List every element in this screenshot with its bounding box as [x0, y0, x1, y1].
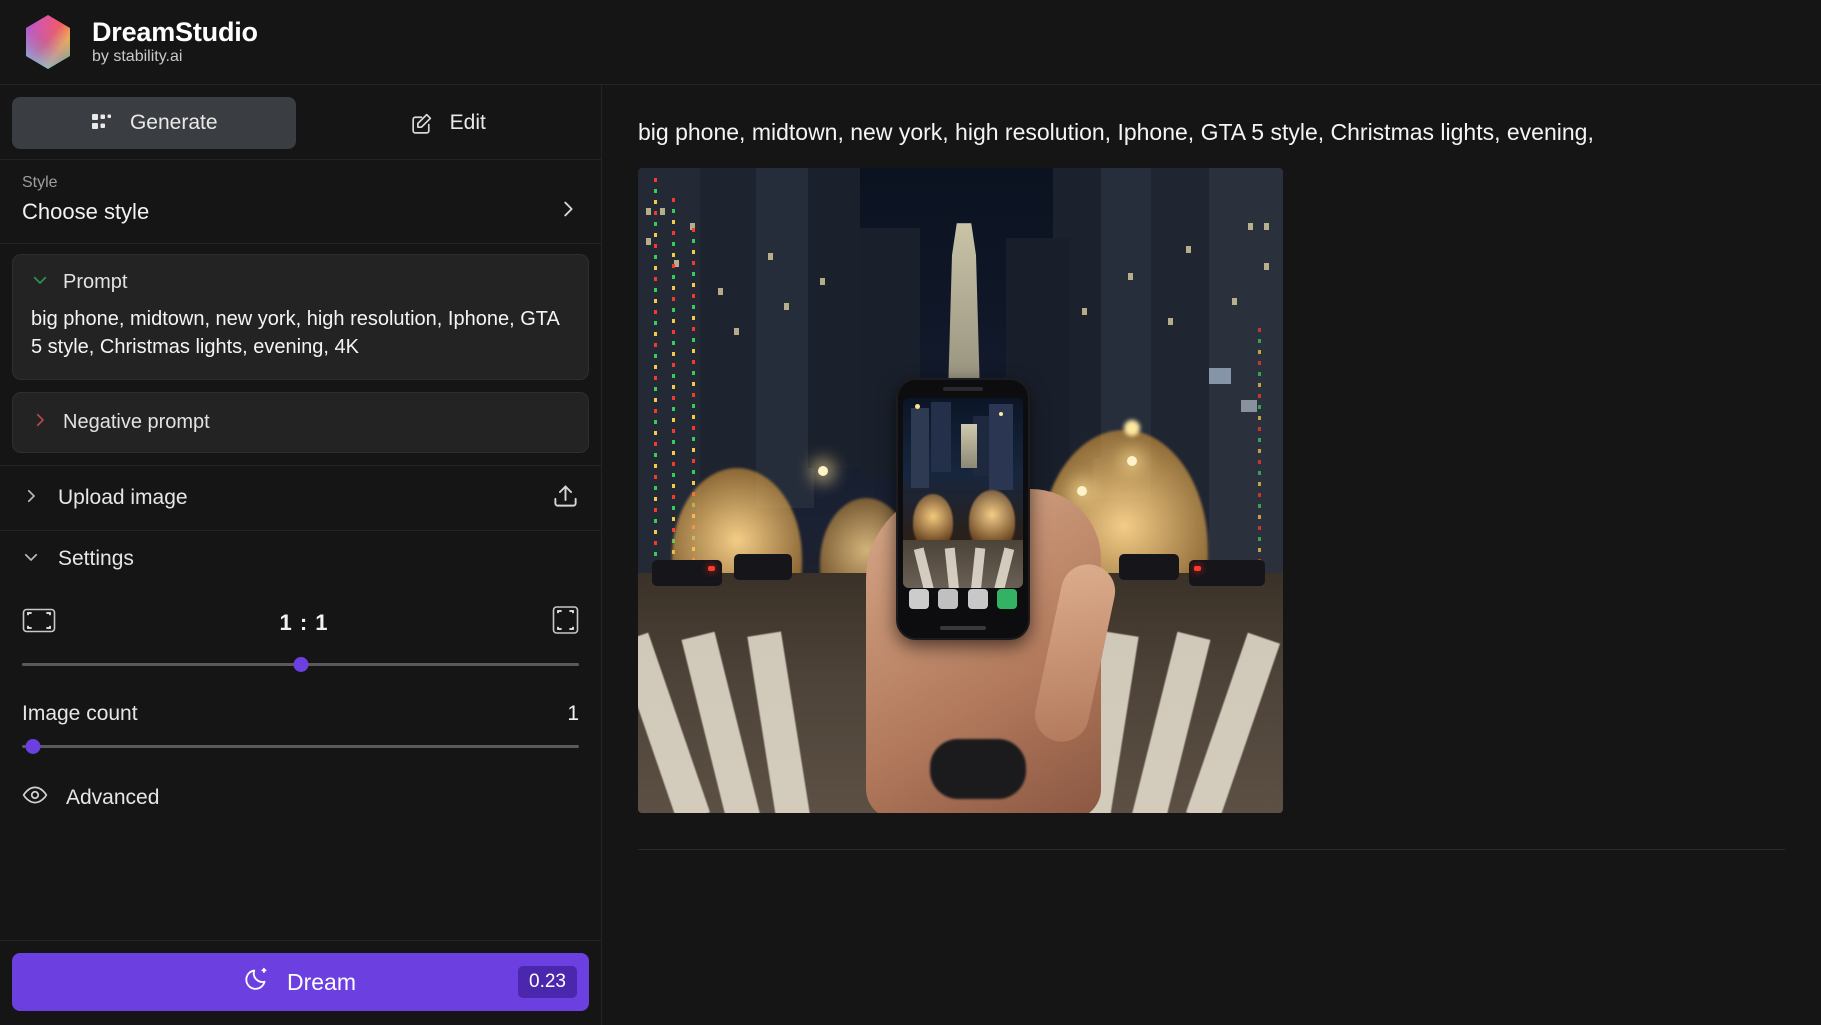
dreamstudio-app: DreamStudio by stability.ai Generate Edi… [0, 0, 1821, 1025]
image-count-value: 1 [567, 702, 579, 726]
prompt-input[interactable]: big phone, midtown, new york, high resol… [31, 306, 570, 361]
prompt-panels: Prompt big phone, midtown, new york, hig… [0, 244, 601, 465]
keys [930, 739, 1026, 799]
hexagon-gradient-logo-icon [22, 13, 74, 71]
image-count-slider-track [22, 745, 579, 749]
image-count-row: Image count 1 [22, 702, 579, 726]
upload-image-row[interactable]: Upload image [0, 465, 601, 530]
upload-image-left: Upload image [22, 486, 188, 510]
image-count-label: Image count [22, 702, 138, 726]
aspect-ratio-slider-thumb[interactable] [293, 657, 308, 673]
upload-image-label: Upload image [58, 486, 188, 510]
moon-sparkle-icon [245, 966, 271, 998]
tab-generate-label: Generate [129, 111, 218, 134]
chevron-right-icon [22, 487, 40, 510]
upload-icon[interactable] [552, 482, 579, 514]
building [756, 168, 814, 508]
phone-screen [903, 398, 1023, 588]
tab-generate[interactable]: Generate [12, 97, 296, 149]
image-count-slider-thumb[interactable] [25, 739, 41, 755]
body-split: Generate Edit Style Choose style Prompt … [0, 85, 1821, 1025]
settings-label: Settings [58, 547, 134, 571]
eye-icon [22, 782, 48, 813]
app-header: DreamStudio by stability.ai [0, 0, 1821, 85]
building [1197, 168, 1283, 618]
sidebar: Generate Edit Style Choose style Prompt … [0, 85, 602, 1025]
dream-button-wrap: Dream 0.23 [0, 940, 601, 1025]
aspect-ratio-row: 1 : 1 [22, 605, 579, 640]
portrait-frame-icon[interactable] [552, 605, 579, 640]
tab-edit[interactable]: Edit [306, 97, 590, 149]
generated-image[interactable] [638, 168, 1283, 813]
prompt-header[interactable]: Prompt [31, 271, 570, 294]
landscape-frame-icon[interactable] [22, 607, 56, 639]
settings-left: Settings [22, 547, 134, 571]
advanced-label: Advanced [66, 785, 160, 809]
style-value: Choose style [22, 198, 150, 224]
choose-style-row[interactable]: Choose style [22, 198, 579, 225]
main-panel: big phone, midtown, new york, high resol… [602, 85, 1821, 1025]
aspect-ratio-slider[interactable] [22, 654, 579, 676]
style-label: Style [22, 174, 58, 191]
chevron-right-icon [31, 411, 49, 434]
settings-row[interactable]: Settings [0, 530, 601, 575]
grid-icon [90, 111, 114, 135]
brand-text: DreamStudio by stability.ai [92, 18, 258, 66]
main-prompt-display: big phone, midtown, new york, high resol… [638, 119, 1594, 145]
prompt-card: Prompt big phone, midtown, new york, hig… [12, 254, 589, 381]
negative-prompt-title: Negative prompt [63, 411, 210, 434]
phone-device [896, 378, 1030, 640]
chevron-down-icon [22, 548, 40, 571]
dream-button-label: Dream [286, 968, 356, 995]
advanced-row[interactable]: Advanced [0, 758, 601, 813]
app-subtitle: by stability.ai [92, 48, 183, 66]
tab-edit-label: Edit [449, 111, 486, 134]
dream-cost-badge: 0.23 [518, 966, 577, 998]
negative-prompt-header[interactable]: Negative prompt [31, 411, 570, 434]
phone-dock [904, 582, 1022, 616]
result-area [602, 168, 1821, 813]
building [808, 168, 860, 468]
style-section: Style Choose style [0, 160, 601, 244]
prompt-title: Prompt [63, 271, 128, 293]
image-count-slider[interactable] [22, 736, 579, 758]
phone-notch [943, 387, 983, 391]
dream-button[interactable]: Dream 0.23 [12, 953, 589, 1011]
pencil-square-icon [409, 111, 434, 136]
negative-prompt-card: Negative prompt [12, 392, 589, 454]
aspect-ratio-value: 1 : 1 [279, 609, 329, 635]
chevron-down-icon [31, 271, 49, 294]
settings-body: 1 : 1 Image count 1 [0, 575, 601, 758]
mode-tabs: Generate Edit [0, 85, 601, 160]
chevron-right-icon [557, 198, 579, 225]
phone-home-indicator [940, 626, 986, 630]
main-divider [638, 849, 1785, 850]
app-title: DreamStudio [92, 16, 258, 47]
